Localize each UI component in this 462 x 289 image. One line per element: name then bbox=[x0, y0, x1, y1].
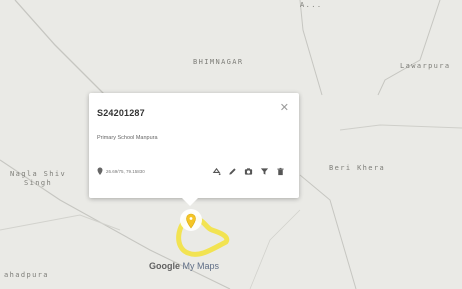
filter-icon[interactable] bbox=[260, 163, 269, 175]
camera-icon[interactable] bbox=[244, 163, 253, 175]
road-northwest bbox=[14, 0, 106, 96]
place-label-lawarpura: Lawarpura bbox=[400, 62, 451, 70]
info-window: ✕ S24201287 Primary School Manpura 26.69… bbox=[89, 93, 299, 206]
feature-toolbar bbox=[212, 163, 285, 176]
google-my-maps-logo: Google My Maps bbox=[149, 261, 219, 271]
delete-icon[interactable] bbox=[276, 163, 285, 176]
place-label-nagla-shiv-singh: Nagla Shiv Singh bbox=[10, 170, 66, 188]
location-pin-icon bbox=[97, 167, 103, 175]
google-wordmark: Google bbox=[149, 261, 180, 271]
place-label-bottom-left: ahadpura bbox=[4, 271, 49, 279]
road-south bbox=[249, 209, 301, 289]
place-label-top: A... bbox=[300, 1, 323, 9]
coordinates-row: 26.69/75, 79.15830 bbox=[97, 167, 145, 175]
feature-title: S24201287 bbox=[97, 108, 145, 118]
info-window-tail bbox=[182, 198, 198, 206]
feature-description: Primary School Manpura bbox=[97, 135, 158, 141]
close-icon[interactable]: ✕ bbox=[280, 101, 289, 114]
style-icon[interactable] bbox=[212, 163, 221, 176]
coordinates-text: 26.69/75, 79.15830 bbox=[106, 168, 145, 174]
edit-icon[interactable] bbox=[228, 163, 237, 175]
place-label-bhimnagar: BHIMNAGAR bbox=[193, 58, 244, 66]
road-east bbox=[299, 174, 357, 289]
my-maps-wordmark: My Maps bbox=[182, 261, 220, 271]
road-southwest-2 bbox=[0, 214, 121, 231]
road-northeast bbox=[377, 0, 441, 96]
road-north bbox=[299, 0, 323, 96]
map-marker-icon[interactable] bbox=[180, 209, 202, 231]
place-label-nagla-shiv-singh-line: Nagla Shiv Singh bbox=[10, 170, 67, 187]
road-mid bbox=[339, 124, 462, 131]
map-canvas[interactable]: A... BHIMNAGAR Lawarpura Nagla Shiv Sing… bbox=[0, 0, 462, 289]
place-label-beri-khera: Beri Khera bbox=[329, 164, 386, 172]
